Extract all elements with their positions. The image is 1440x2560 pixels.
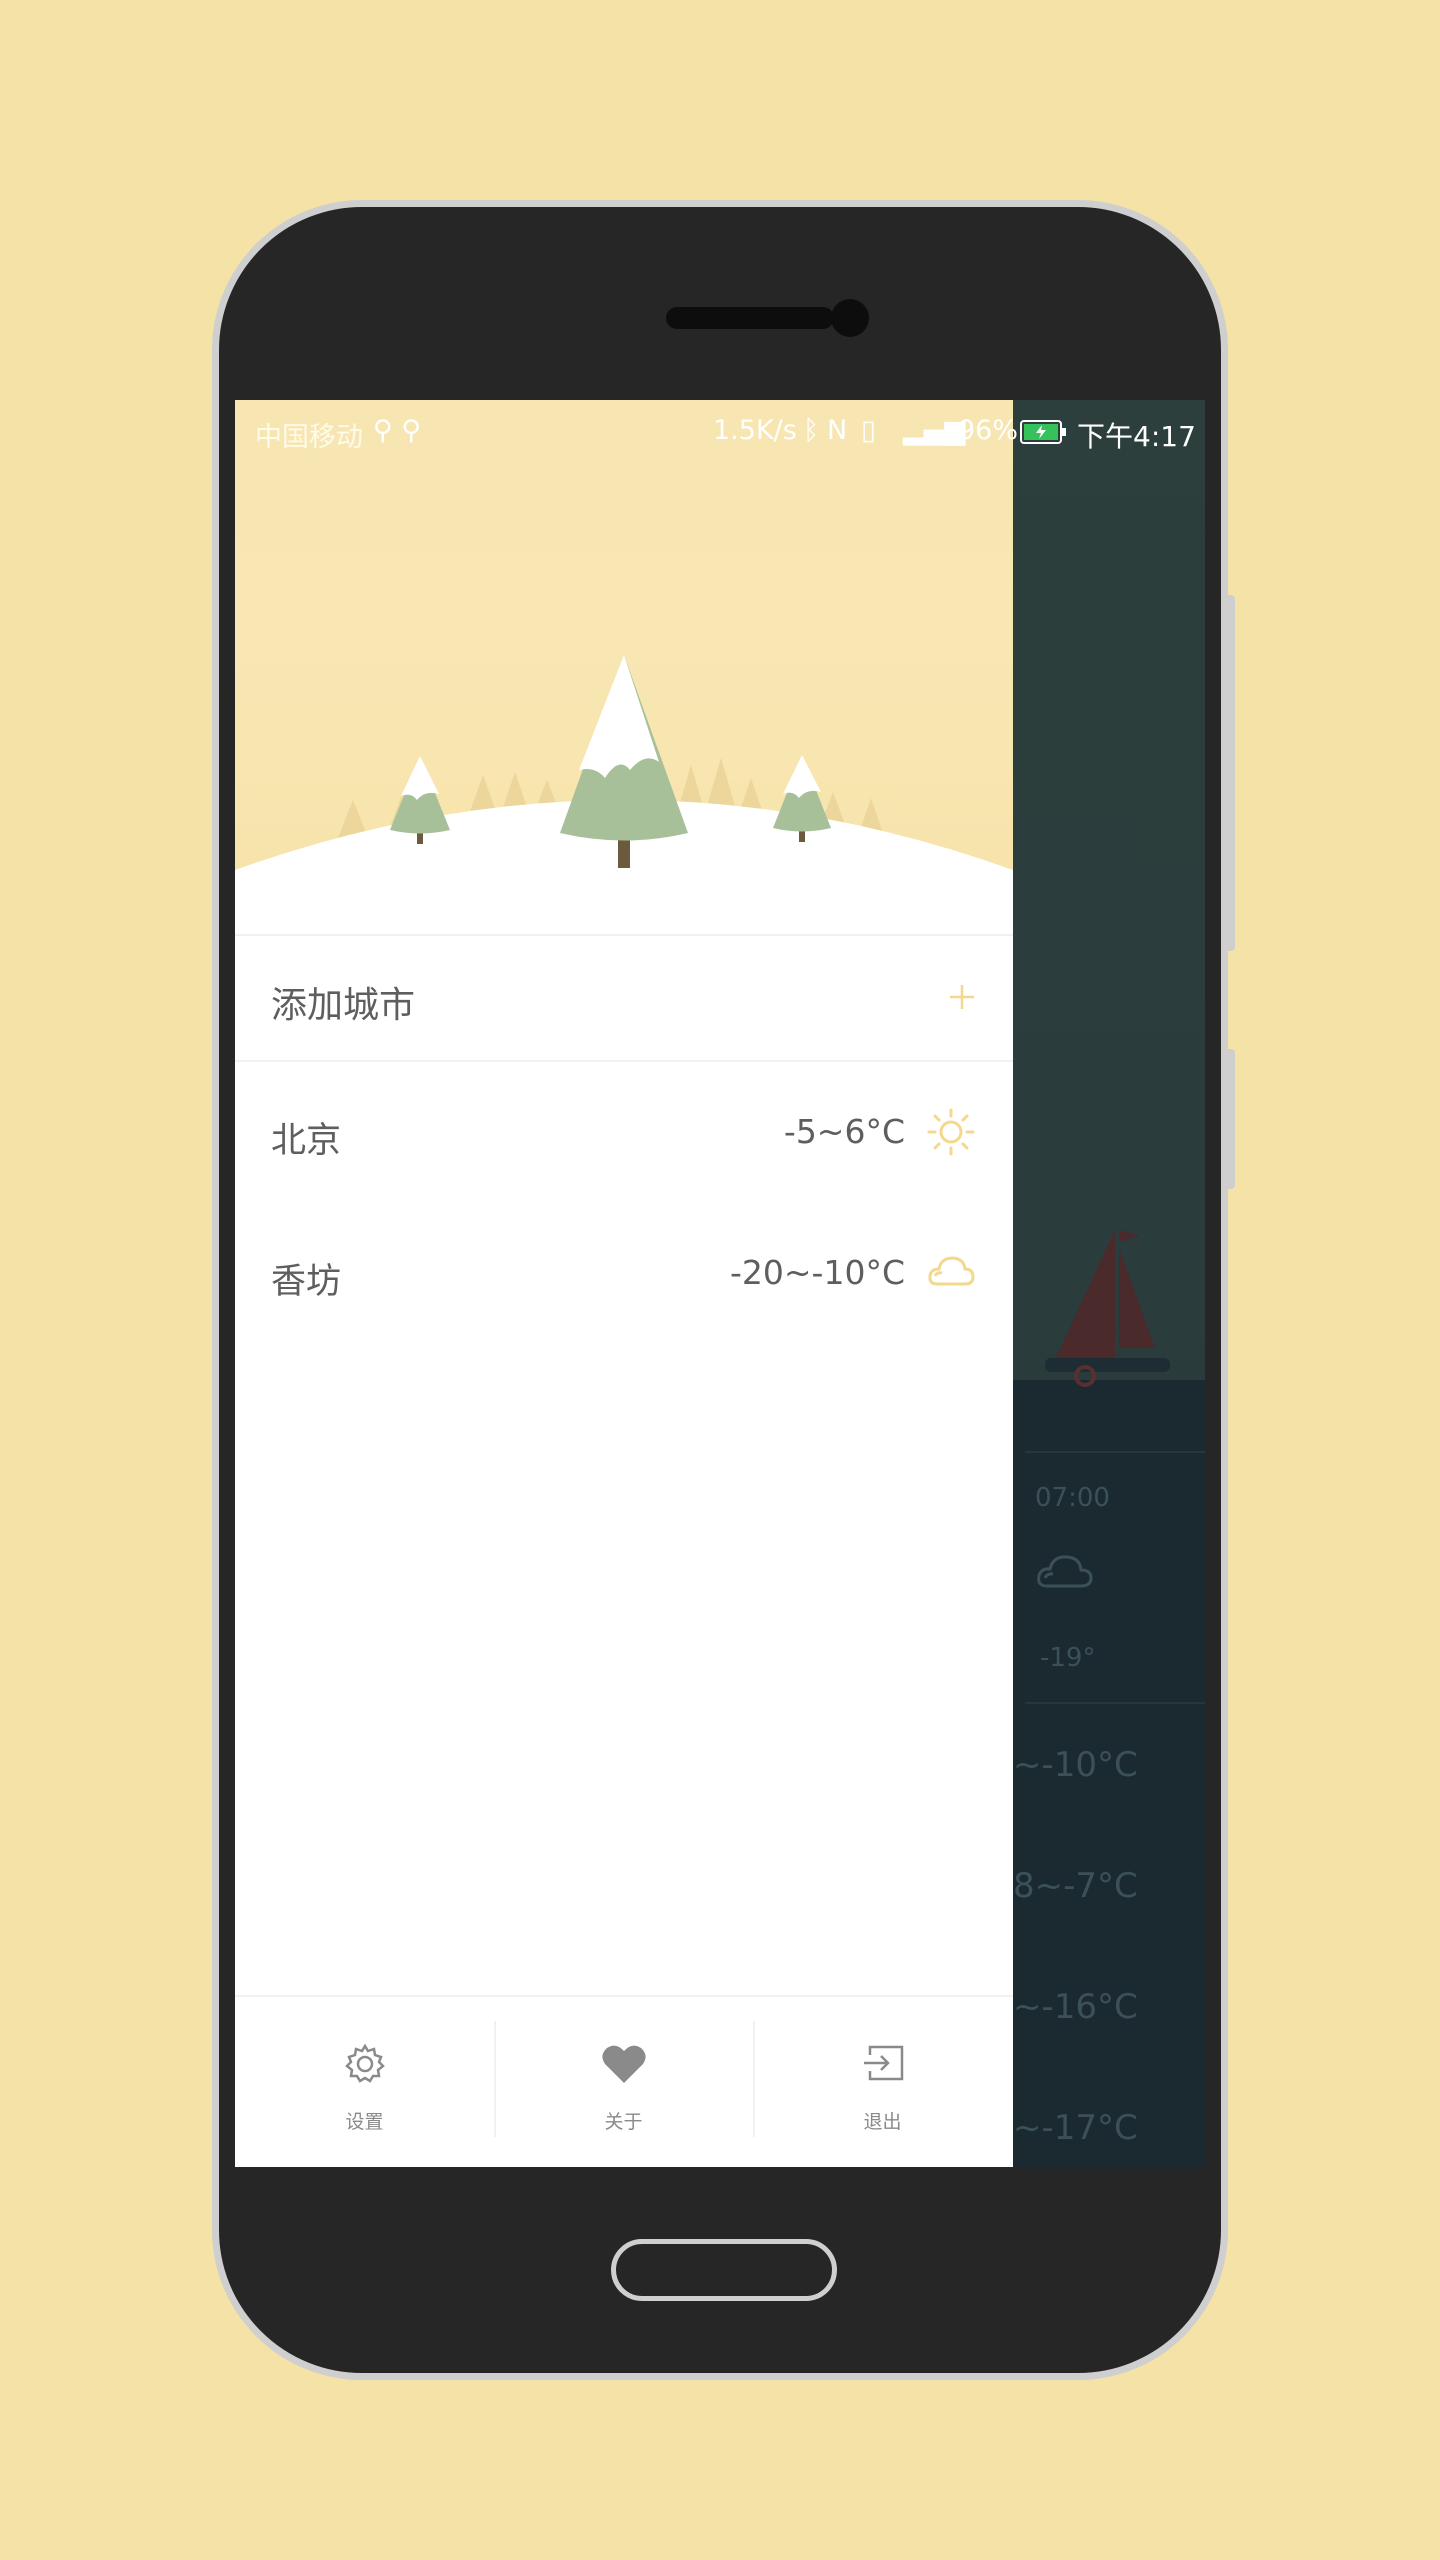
daily-range: ~-16°C	[1013, 1987, 1138, 2027]
daily-range: 8~-7°C	[1013, 1866, 1138, 1906]
city-item-xiangfang[interactable]: 香坊 -20~-10°C	[235, 1202, 1013, 1342]
gear-icon	[345, 2043, 385, 2083]
cloud-icon	[928, 1256, 975, 1286]
settings-button[interactable]: 设置	[235, 1997, 494, 2167]
plus-icon[interactable]	[947, 982, 977, 1012]
clock: 下午4:17	[1077, 420, 1196, 453]
bluetooth-icon: ᛒ	[803, 415, 820, 446]
snowy-trees-illustration	[235, 655, 1013, 934]
hourly-temp: -19°	[1040, 1643, 1096, 1673]
navigation-drawer: 添加城市 北京 -5~6°C 香坊 -20~-10°C 设置 关于 退出	[235, 400, 1013, 2167]
daily-range: ~-17°C	[1013, 2108, 1138, 2148]
vibrate-icon: ▯	[861, 415, 876, 446]
add-city-row[interactable]: 添加城市	[235, 936, 1013, 1060]
sun-icon	[927, 1108, 975, 1156]
city-name: 北京	[271, 1121, 342, 1161]
add-city-label: 添加城市	[271, 985, 416, 1026]
separator-line	[1025, 1451, 1205, 1453]
power-button	[1227, 595, 1235, 951]
heart-icon	[602, 2045, 646, 2083]
about-button[interactable]: 关于	[494, 1997, 753, 2167]
city-item-beijing[interactable]: 北京 -5~6°C	[235, 1062, 1013, 1202]
daily-range: ~-10°C	[1013, 1745, 1138, 1785]
sailboat-illustration	[1045, 1230, 1170, 1387]
earpiece-speaker	[666, 307, 834, 329]
signal-icon: ▂▄▆	[903, 415, 966, 446]
status-bar: 中国移动 ⚲ ⚲ 1.5K/s ᛒ N ▯ ▂▄▆ 96% 下午4:17	[235, 400, 1205, 464]
nfc-icon: N	[827, 415, 848, 446]
phone-screen: 07:00 -19° ~-10°C 8~-7°C ~-16°C ~-17°C 添…	[235, 400, 1205, 2167]
network-speed: 1.5K/s	[713, 415, 797, 446]
hourly-cloud-icon	[1037, 1555, 1093, 1588]
battery-icon	[1020, 420, 1066, 444]
city-name: 香坊	[271, 1262, 342, 1302]
about-label: 关于	[604, 2111, 643, 2133]
city-temp-range: -20~-10°C	[730, 1253, 905, 1292]
settings-label: 设置	[345, 2111, 384, 2133]
usb-icon: ⚲ ⚲	[373, 415, 422, 446]
logout-button[interactable]: 退出	[753, 1997, 1012, 2167]
drawer-bottom-nav: 设置 关于 退出	[235, 1997, 1013, 2167]
logout-label: 退出	[863, 2111, 902, 2133]
battery-percent: 96%	[958, 415, 1019, 446]
hourly-time: 07:00	[1035, 1483, 1110, 1513]
volume-button	[1227, 1049, 1235, 1189]
front-camera	[831, 299, 869, 337]
exit-icon	[864, 2045, 904, 2081]
home-button[interactable]	[611, 2239, 837, 2301]
carrier-name: 中国移动	[255, 422, 363, 453]
separator-line	[1025, 1702, 1205, 1704]
city-temp-range: -5~6°C	[783, 1112, 905, 1151]
drawer-header-illustration	[235, 400, 1013, 934]
